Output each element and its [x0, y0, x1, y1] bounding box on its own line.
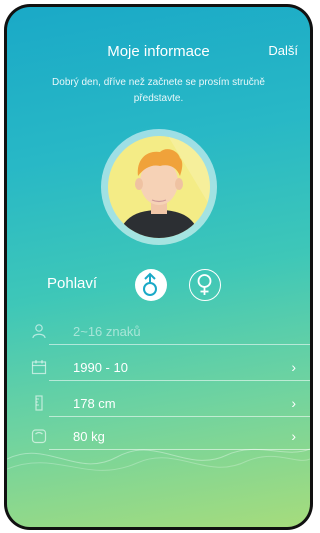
avatar-image	[107, 136, 210, 238]
divider	[49, 380, 310, 381]
height-field[interactable]: 178 cm ›	[7, 389, 310, 417]
name-field[interactable]: 2~16 znaků	[7, 317, 310, 345]
birth-date-field[interactable]: 1990 - 10 ›	[7, 353, 310, 381]
screen: Moje informace Další Dobrý den, dříve ne…	[7, 7, 310, 527]
female-option[interactable]	[189, 269, 221, 301]
intro-text: Dobrý den, dříve než začnete se prosím s…	[52, 77, 265, 104]
decorative-wave	[7, 448, 310, 471]
calendar-icon	[31, 360, 47, 375]
male-icon	[143, 272, 157, 296]
phone-frame: Moje informace Další Dobrý den, dříve ne…	[4, 4, 313, 530]
birth-date-value: 1990 - 10	[73, 360, 128, 375]
divider	[49, 344, 310, 345]
person-icon	[32, 324, 46, 339]
gender-selector: Pohlaví	[47, 269, 277, 301]
next-button[interactable]: Další	[268, 43, 298, 58]
man-avatar-icon	[117, 136, 210, 238]
avatar[interactable]	[100, 129, 217, 245]
chevron-right-icon: ›	[291, 395, 296, 411]
divider	[49, 416, 310, 417]
gender-label: Pohlaví	[47, 275, 98, 292]
female-icon	[197, 274, 212, 295]
name-input[interactable]: 2~16 znaků	[73, 324, 141, 339]
height-value: 178 cm	[73, 396, 116, 411]
chevron-right-icon: ›	[291, 359, 296, 375]
ruler-icon	[35, 395, 43, 411]
page-title: Moje informace	[107, 43, 210, 60]
male-option[interactable]	[135, 269, 167, 301]
